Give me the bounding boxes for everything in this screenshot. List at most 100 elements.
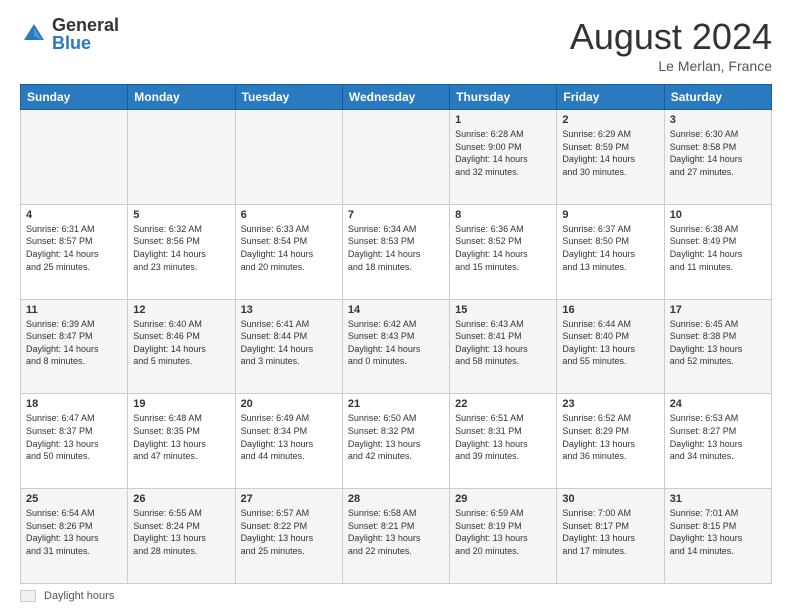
day-info: Sunrise: 6:34 AM Sunset: 8:53 PM Dayligh… [348, 223, 444, 273]
cell-w4-d6: 23Sunrise: 6:52 AM Sunset: 8:29 PM Dayli… [557, 394, 664, 489]
location: Le Merlan, France [570, 58, 772, 74]
cell-w4-d3: 20 Sunrise: 6:49 AM Sunset: 8:34 PM Dayli… [235, 394, 342, 489]
cell-w4-d2: 19Sunrise: 6:48 AM Sunset: 8:35 PM Dayli… [128, 394, 235, 489]
day-number: 10 [670, 209, 766, 221]
day-info: Sunrise: 6:41 AM Sunset: 8:44 PM Dayligh… [241, 318, 337, 368]
cell-w2-d6: 9 Sunrise: 6:37 AM Sunset: 8:50 PM Daylig… [557, 204, 664, 299]
cell-w1-d1 [21, 110, 128, 205]
day-info: Sunrise: 6:33 AM Sunset: 8:54 PM Dayligh… [241, 223, 337, 273]
day-info: Sunrise: 6:53 AM Sunset: 8:27 PM Dayligh… [670, 412, 766, 462]
header-wednesday: Wednesday [342, 85, 449, 110]
cell-w4-d1: 18 Sunrise: 6:47 AM Sunset: 8:37 PM Dayli… [21, 394, 128, 489]
day-number: 30 [562, 493, 658, 505]
day-info: Sunrise: 6:52 AM Sunset: 8:29 PM Dayligh… [562, 412, 658, 462]
header: General Blue August 2024 Le Merlan, Fran… [20, 16, 772, 74]
page: General Blue August 2024 Le Merlan, Fran… [0, 0, 792, 612]
calendar-table: SundayMondayTuesdayWednesdayThursdayFrid… [20, 84, 772, 584]
logo-icon [20, 20, 48, 48]
day-info: Sunrise: 7:00 AM Sunset: 8:17 PM Dayligh… [562, 507, 658, 557]
cell-w3-d5: 15 Sunrise: 6:43 AM Sunset: 8:41 PM Dayli… [450, 299, 557, 394]
day-number: 8 [455, 209, 551, 221]
day-number: 7 [348, 209, 444, 221]
day-info: Sunrise: 6:36 AM Sunset: 8:52 PM Dayligh… [455, 223, 551, 273]
header-tuesday: Tuesday [235, 85, 342, 110]
day-number: 9 [562, 209, 658, 221]
daylight-label: Daylight hours [44, 590, 114, 602]
cell-w4-d4: 21Sunrise: 6:50 AM Sunset: 8:32 PM Dayli… [342, 394, 449, 489]
day-number: 1 [455, 114, 551, 126]
calendar-header: SundayMondayTuesdayWednesdayThursdayFrid… [21, 85, 772, 110]
day-info: Sunrise: 6:32 AM Sunset: 8:56 PM Dayligh… [133, 223, 229, 273]
cell-w1-d3 [235, 110, 342, 205]
day-info: Sunrise: 6:44 AM Sunset: 8:40 PM Dayligh… [562, 318, 658, 368]
day-number: 29 [455, 493, 551, 505]
cell-w4-d5: 22 Sunrise: 6:51 AM Sunset: 8:31 PM Dayli… [450, 394, 557, 489]
day-info: Sunrise: 6:47 AM Sunset: 8:37 PM Dayligh… [26, 412, 122, 462]
cell-w5-d6: 30 Sunrise: 7:00 AM Sunset: 8:17 PM Dayli… [557, 489, 664, 584]
day-info: Sunrise: 6:59 AM Sunset: 8:19 PM Dayligh… [455, 507, 551, 557]
day-info: Sunrise: 6:37 AM Sunset: 8:50 PM Dayligh… [562, 223, 658, 273]
cell-w1-d4 [342, 110, 449, 205]
day-info: Sunrise: 6:49 AM Sunset: 8:34 PM Dayligh… [241, 412, 337, 462]
day-info: Sunrise: 6:39 AM Sunset: 8:47 PM Dayligh… [26, 318, 122, 368]
week-row-2: 4Sunrise: 6:31 AM Sunset: 8:57 PM Daylig… [21, 204, 772, 299]
day-number: 13 [241, 304, 337, 316]
daylight-box-icon [20, 590, 36, 602]
header-sunday: Sunday [21, 85, 128, 110]
cell-w2-d2: 5 Sunrise: 6:32 AM Sunset: 8:56 PM Daylig… [128, 204, 235, 299]
day-info: Sunrise: 6:30 AM Sunset: 8:58 PM Dayligh… [670, 128, 766, 178]
week-row-4: 18 Sunrise: 6:47 AM Sunset: 8:37 PM Dayli… [21, 394, 772, 489]
title-block: August 2024 Le Merlan, France [570, 16, 772, 74]
week-row-5: 25Sunrise: 6:54 AM Sunset: 8:26 PM Dayli… [21, 489, 772, 584]
day-number: 18 [26, 398, 122, 410]
day-number: 28 [348, 493, 444, 505]
day-number: 6 [241, 209, 337, 221]
cell-w1-d2 [128, 110, 235, 205]
day-number: 19 [133, 398, 229, 410]
day-number: 26 [133, 493, 229, 505]
day-info: Sunrise: 6:28 AM Sunset: 9:00 PM Dayligh… [455, 128, 551, 178]
cell-w2-d4: 7 Sunrise: 6:34 AM Sunset: 8:53 PM Daylig… [342, 204, 449, 299]
day-number: 16 [562, 304, 658, 316]
day-number: 31 [670, 493, 766, 505]
calendar-body: 1 Sunrise: 6:28 AM Sunset: 9:00 PM Daylig… [21, 110, 772, 584]
cell-w3-d7: 17Sunrise: 6:45 AM Sunset: 8:38 PM Dayli… [664, 299, 771, 394]
day-info: Sunrise: 6:58 AM Sunset: 8:21 PM Dayligh… [348, 507, 444, 557]
cell-w3-d3: 13 Sunrise: 6:41 AM Sunset: 8:44 PM Dayli… [235, 299, 342, 394]
cell-w5-d3: 27Sunrise: 6:57 AM Sunset: 8:22 PM Dayli… [235, 489, 342, 584]
cell-w3-d2: 12Sunrise: 6:40 AM Sunset: 8:46 PM Dayli… [128, 299, 235, 394]
day-number: 5 [133, 209, 229, 221]
day-number: 3 [670, 114, 766, 126]
cell-w1-d5: 1 Sunrise: 6:28 AM Sunset: 9:00 PM Daylig… [450, 110, 557, 205]
day-number: 20 [241, 398, 337, 410]
footer: Daylight hours [20, 590, 772, 602]
day-info: Sunrise: 6:45 AM Sunset: 8:38 PM Dayligh… [670, 318, 766, 368]
cell-w3-d6: 16 Sunrise: 6:44 AM Sunset: 8:40 PM Dayli… [557, 299, 664, 394]
day-info: Sunrise: 6:38 AM Sunset: 8:49 PM Dayligh… [670, 223, 766, 273]
day-number: 21 [348, 398, 444, 410]
calendar: SundayMondayTuesdayWednesdayThursdayFrid… [20, 84, 772, 584]
day-number: 22 [455, 398, 551, 410]
logo-general: General [52, 16, 119, 34]
day-number: 25 [26, 493, 122, 505]
logo-text: General Blue [52, 16, 119, 52]
day-number: 11 [26, 304, 122, 316]
day-number: 12 [133, 304, 229, 316]
day-number: 2 [562, 114, 658, 126]
header-monday: Monday [128, 85, 235, 110]
cell-w5-d1: 25Sunrise: 6:54 AM Sunset: 8:26 PM Dayli… [21, 489, 128, 584]
day-info: Sunrise: 6:43 AM Sunset: 8:41 PM Dayligh… [455, 318, 551, 368]
day-info: Sunrise: 6:51 AM Sunset: 8:31 PM Dayligh… [455, 412, 551, 462]
week-row-3: 11 Sunrise: 6:39 AM Sunset: 8:47 PM Dayli… [21, 299, 772, 394]
logo-blue: Blue [52, 34, 119, 52]
day-number: 15 [455, 304, 551, 316]
month-year: August 2024 [570, 16, 772, 58]
header-saturday: Saturday [664, 85, 771, 110]
cell-w5-d2: 26 Sunrise: 6:55 AM Sunset: 8:24 PM Dayli… [128, 489, 235, 584]
day-info: Sunrise: 6:55 AM Sunset: 8:24 PM Dayligh… [133, 507, 229, 557]
week-row-1: 1 Sunrise: 6:28 AM Sunset: 9:00 PM Daylig… [21, 110, 772, 205]
cell-w4-d7: 24Sunrise: 6:53 AM Sunset: 8:27 PM Dayli… [664, 394, 771, 489]
day-info: Sunrise: 6:29 AM Sunset: 8:59 PM Dayligh… [562, 128, 658, 178]
day-info: Sunrise: 6:57 AM Sunset: 8:22 PM Dayligh… [241, 507, 337, 557]
day-info: Sunrise: 6:31 AM Sunset: 8:57 PM Dayligh… [26, 223, 122, 273]
